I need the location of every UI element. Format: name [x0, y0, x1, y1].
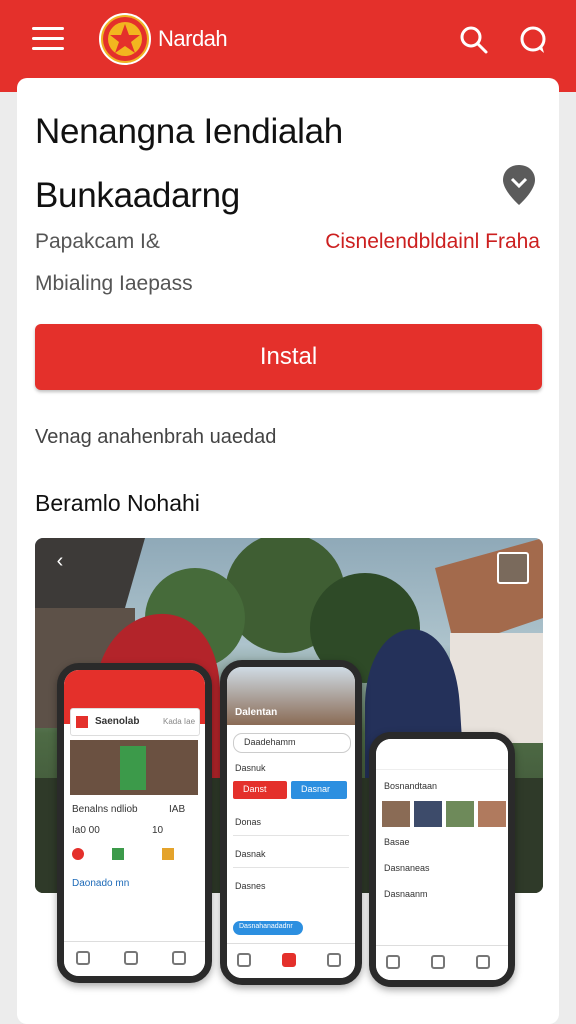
profile-icon [172, 951, 186, 965]
meta-line-1: Papakcam I& [35, 230, 160, 253]
phone-mockup-middle: Dalentan Daadehamm Dasnuk Danst Dasnar D… [220, 660, 362, 985]
phone-right-tabbar [376, 945, 508, 980]
gift-icon [112, 848, 124, 860]
profile-icon [327, 953, 341, 967]
phone-right-row-3: Dasnaanm [384, 889, 428, 899]
bag-icon [162, 848, 174, 860]
home-icon [76, 951, 90, 965]
phone-middle-pill: Dasnahanadadnr [233, 921, 303, 935]
phone-middle-btn-red-label: Danst [243, 784, 267, 794]
search-icon[interactable] [459, 25, 489, 55]
meta-info: Papakcam I& Mbialing Iaepass [35, 221, 193, 305]
phone-left-row-1: Benalns ndliob [72, 804, 138, 815]
photo-thumb [446, 801, 474, 827]
home-icon [386, 955, 400, 969]
phone-right-status [376, 739, 508, 770]
title-line-2: Bunkaadarng [35, 176, 240, 215]
phone-left-stat: IAB [169, 804, 186, 815]
brand-name: Nardah [158, 26, 228, 51]
heart-icon [72, 848, 84, 860]
phone-middle-row-1: Dasnuk [235, 763, 266, 773]
phone-left-badge [76, 716, 88, 728]
phone-middle-row-3: Dasnak [235, 849, 266, 859]
chat-icon[interactable] [518, 25, 548, 55]
section-title: Beramlo Nohahi [35, 490, 200, 516]
install-button[interactable]: Instal [35, 324, 542, 390]
brand-logo[interactable] [99, 13, 151, 65]
menu-icon[interactable] [32, 27, 64, 51]
phone-right-row-2: Dasnaneas [384, 863, 430, 873]
phone-right-label: Bosnandtaan [384, 781, 438, 791]
home-icon [237, 953, 251, 967]
phone-middle-search-text: Daadehamm [244, 737, 296, 747]
phone-middle-btn-blue-label: Dasnar [301, 784, 331, 794]
title-line-1: Nenangna Iendialah [35, 112, 343, 151]
phone-left-toolbar: Saenolab Kada Iae [70, 708, 200, 736]
search-icon [476, 955, 490, 969]
phone-middle-btn-red: Danst [233, 781, 287, 799]
phone-middle-pill-label: Dasnahanadadnr [239, 923, 293, 930]
feed-icon [124, 951, 138, 965]
feed-icon [431, 955, 445, 969]
phone-middle-divider [233, 835, 349, 836]
phone-middle-btn-blue: Dasnar [291, 781, 347, 799]
page-title: Nenangna Iendialah Bunkaadarng [35, 100, 475, 228]
phone-left-tabbar [64, 941, 205, 976]
meta-line-2: Mbialing Iaepass [35, 272, 193, 295]
phone-left-row-3: Daonado mn [72, 878, 130, 889]
meta-link[interactable]: Cisnelendbldainl Fraha [325, 221, 540, 263]
phone-left-row-2: Ia0 00 [72, 825, 100, 836]
phone-middle-label: Dalentan [235, 707, 278, 718]
phone-left-figure [120, 746, 146, 790]
phone-mockup-left: Saenolab Kada Iae Benalns ndliob IAB Ia0… [57, 663, 212, 983]
phone-right-photo-row [382, 801, 508, 827]
photo-thumb [382, 801, 410, 827]
phone-left-image [70, 740, 198, 795]
phone-left-icon-row [72, 846, 192, 864]
phone-left-stat-2: 10 [152, 825, 164, 836]
phone-middle-tabbar [227, 943, 355, 978]
phone-middle-row-4: Dasnes [235, 881, 266, 891]
detail-card: Nenangna Iendialah Bunkaadarng Papakcam … [17, 78, 559, 1024]
description-text: Venag anahenbrah uaedad [35, 426, 277, 448]
phone-mockup-right: Bosnandtaan Basae Dasnaneas Dasnaanm [369, 732, 515, 987]
phone-middle-row-2: Donas [235, 817, 262, 827]
phone-left-pill: Kada Iae [163, 717, 196, 726]
photo-thumb [414, 801, 442, 827]
phone-middle-search: Daadehamm [233, 733, 351, 753]
phone-middle-divider-2 [233, 867, 349, 868]
location-pin-icon[interactable] [501, 163, 537, 207]
phone-right-row-1: Basae [384, 837, 410, 847]
photo-thumb [478, 801, 506, 827]
add-icon [282, 953, 296, 967]
hero-back-button[interactable]: ‹ [45, 550, 75, 584]
phone-left-label: Saenolab [95, 716, 140, 727]
hero-avatar-thumb[interactable] [497, 552, 529, 584]
